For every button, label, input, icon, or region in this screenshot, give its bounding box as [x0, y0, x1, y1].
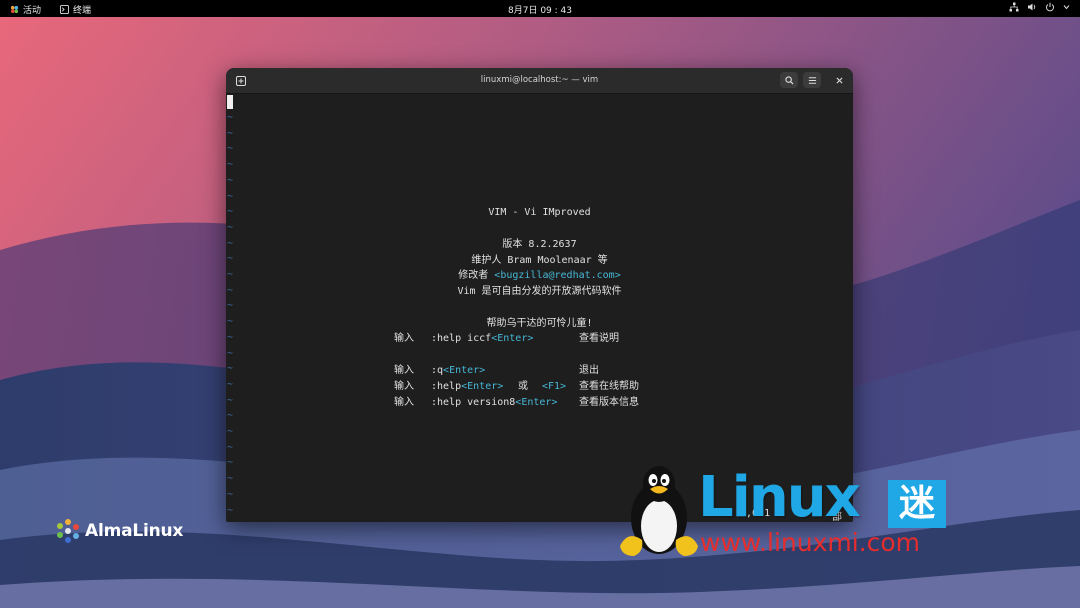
row-input-label: 输入 [394, 397, 414, 408]
vim-empty-line-marker: ~ [227, 363, 234, 375]
app-menu-terminal[interactable]: 终端 [60, 3, 91, 16]
row-input-label: 输入 [394, 333, 414, 344]
vim-empty-line-marker: ~ [227, 426, 234, 437]
top-bar: 活动 终端 8月7日 09 : 43 [0, 0, 1080, 17]
text-cursor [227, 95, 233, 109]
vim-empty-line-marker: ~ [227, 159, 234, 171]
chevron-down-icon [1063, 5, 1070, 10]
row-key: <Enter> [491, 333, 534, 344]
row-key-f1: <F1> [542, 381, 567, 392]
modified-email: <bugzilla@redhat.com> [494, 270, 621, 281]
hamburger-menu-icon [808, 76, 816, 84]
terminal-icon [60, 5, 69, 14]
vim-version: 版本 8.2.2637 [502, 239, 577, 250]
vim-empty-line-marker: ~ [227, 488, 234, 500]
vim-empty-line-marker: ~ [227, 410, 234, 422]
row-input-label: 输入 [394, 381, 414, 392]
row-command: :help iccf [431, 333, 492, 344]
vim-empty-line-marker: ~ [227, 300, 234, 312]
row-description: 退出 [579, 365, 599, 376]
vim-empty-line-marker: ~ [227, 441, 234, 453]
vim-empty-line-marker: ~ [227, 473, 234, 485]
row-key: <Enter> [515, 397, 558, 408]
activities-label: 活动 [23, 6, 42, 16]
vim-empty-line-marker: ~ [227, 378, 234, 390]
window-titlebar[interactable]: linuxmi@localhost:~ — vim [226, 68, 853, 94]
vim-help-uganda: 帮助乌干达的可怜儿童! [486, 318, 593, 329]
brand-word: Linux [698, 465, 861, 530]
vim-empty-line-marker: ~ [227, 394, 234, 406]
vim-empty-line-marker: ~ [227, 112, 234, 123]
network-icon [1009, 2, 1019, 12]
vim-empty-line-marker: ~ [227, 143, 234, 155]
vim-empty-line-marker: ~ [227, 174, 234, 186]
vim-empty-line-marker: ~ [227, 221, 234, 233]
terminal-content[interactable]: ~ ~ ~ ~ ~ ~ ~ ~ ~ ~ ~ ~ ~ ~ ~ ~ ~ ~ ~ ~ ~ ~ ~ ~ ~ ~ VIM - Vi IMpr… [226, 94, 853, 522]
row-command: :q [431, 365, 444, 376]
vim-title: VIM - Vi IMproved [488, 207, 591, 218]
close-button[interactable] [832, 73, 846, 87]
vim-empty-line-marker: ~ [227, 331, 234, 343]
vim-modified-by: 修改者 <bugzilla@redhat.com> [226, 270, 853, 282]
row-command: :help [431, 381, 462, 392]
brand-mi: 迷 [888, 480, 946, 528]
app-menu-label: 终端 [73, 6, 92, 16]
brand-url: www.linuxmi.com [700, 528, 921, 557]
modified-by-label: 修改者 [458, 270, 495, 281]
search-button[interactable] [780, 72, 798, 88]
vim-maintainer: 维护人 Bram Moolenaar 等 [471, 255, 608, 266]
vim-license: Vim 是可自由分发的开放源代码软件 [457, 286, 622, 297]
tux-penguin-logo [620, 466, 698, 556]
row-description: 查看版本信息 [579, 397, 639, 408]
vim-empty-line-marker: ~ [227, 457, 234, 469]
close-icon [835, 76, 843, 84]
row-command: :help version8 [431, 397, 516, 408]
vim-empty-line-marker: ~ [227, 190, 234, 202]
activities-button[interactable]: 活动 [10, 3, 41, 16]
vim-empty-line-marker: ~ [227, 347, 234, 359]
system-tray[interactable] [1009, 2, 1070, 12]
power-icon [1046, 2, 1054, 12]
search-icon [784, 75, 794, 85]
vim-empty-line-marker: ~ [227, 127, 234, 139]
menu-button[interactable] [803, 72, 821, 88]
row-key: <Enter> [461, 381, 504, 392]
almalinux-logo: AlmaLinux [55, 518, 183, 544]
row-input-label: 输入 [394, 365, 414, 376]
linuxmi-brand: Linux 迷 www.linuxmi.com [698, 466, 958, 566]
row-description: 查看在线帮助 [579, 381, 639, 392]
volume-icon [1028, 3, 1036, 11]
almalinux-logo-icon [57, 519, 79, 543]
terminal-window[interactable]: linuxmi@localhost:~ — vim ~ ~ ~ ~ ~ ~ ~ ~ ~ ~ ~ ~ ~ ~… [226, 68, 853, 522]
window-title: linuxmi@localhost:~ — vim [480, 75, 599, 85]
row-or: 或 [518, 381, 528, 392]
clock[interactable]: 8月7日 09 : 43 [508, 6, 572, 16]
row-key: <Enter> [443, 365, 486, 376]
almalinux-wordmark: AlmaLinux [85, 521, 184, 541]
row-description: 查看说明 [579, 333, 619, 344]
vim-empty-line-marker: ~ [227, 504, 234, 516]
activities-icon [10, 5, 19, 14]
